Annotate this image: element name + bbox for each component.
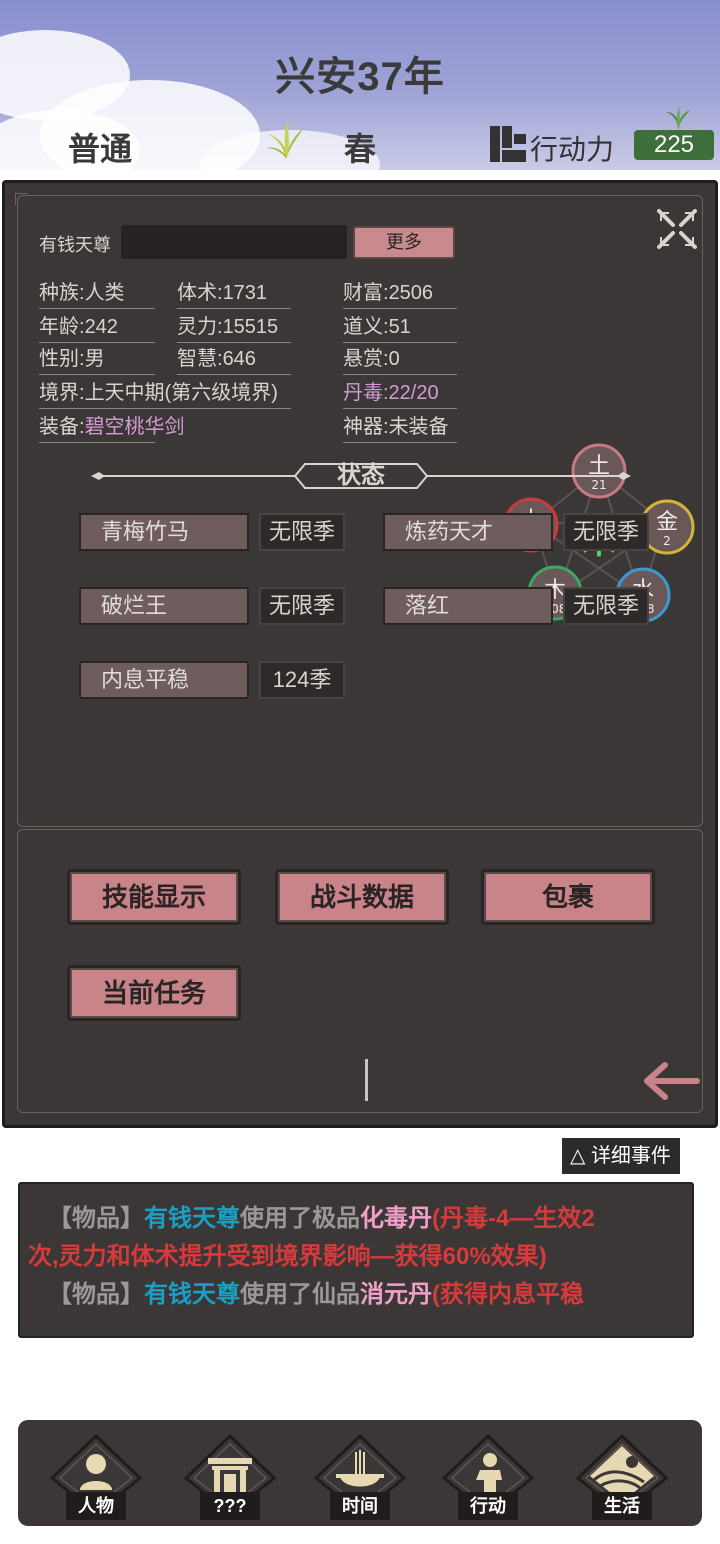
nav-label: ??? [200,1492,260,1520]
action-points-label: 行动力 [530,134,615,165]
nav-label: 生活 [592,1492,652,1520]
element-metal-value: 2 [663,534,671,548]
stat-body-art: 体术:1731 [177,279,291,309]
log-line: 【物品】有钱天尊使用了仙品消元丹(获得内息平稳 [48,1276,682,1314]
combat-data-button[interactable]: 战斗数据 [275,869,449,925]
status-duration: 无限季 [563,513,649,551]
nav-time[interactable]: 时间 [312,1434,408,1526]
nav-label: 行动 [458,1492,518,1520]
action-points-icon [490,126,526,162]
top-header: 兴安37年 普通 春 行动力 225 [0,0,720,170]
log-item: 化毒丹 [360,1205,432,1232]
nav-label: 时间 [330,1492,390,1520]
nav-person[interactable]: 人物 [48,1434,144,1526]
stat-artifact: 神器:未装备 [343,413,457,443]
log-actor: 有钱天尊 [144,1281,240,1308]
status-duration: 124季 [259,661,345,699]
more-button[interactable]: 更多 [353,226,455,259]
action-points-value: 225 [634,130,714,160]
nav-life[interactable]: 生活 [574,1434,670,1526]
status-title: 状态 [337,462,385,489]
status-duration: 无限季 [563,587,649,625]
log-tag: 【物品】 [48,1281,144,1308]
stat-realm: 境界:上天中期(第六级境界) [39,379,291,409]
log-item: 消元丹 [360,1281,432,1308]
nav-label: 人物 [66,1492,126,1520]
status-tag-junk-king[interactable]: 破烂王 [79,587,249,625]
stat-race: 种族:人类 [39,279,155,309]
season-label: 春 [344,131,377,167]
event-log: 【物品】有钱天尊使用了极品化毒丹(丹毒-4—生效2 次,灵力和体术提升受到境界影… [18,1182,694,1338]
log-effect: (丹毒-4—生效2 [432,1205,595,1232]
text-cursor [365,1059,368,1101]
stat-righteousness: 道义:51 [343,313,457,343]
status-tag-alchemy-genius[interactable]: 炼药天才 [383,513,553,551]
character-panel: 有钱天尊 更多 种族:人类 体术:1731 财富:2506 年龄:242 灵力:… [2,180,718,1128]
back-arrow-icon[interactable] [641,1059,701,1103]
spring-plant-icon [266,120,304,160]
stat-wealth: 财富:2506 [343,279,457,309]
detail-events-button[interactable]: △ 详细事件 [562,1138,680,1174]
difficulty-mode: 普通 [68,131,133,167]
sprout-icon [666,106,690,130]
log-line: 次,灵力和体术提升受到境界影响—获得60%效果) [28,1238,682,1276]
character-name-bar [121,225,347,259]
stat-pill-toxin: 丹毒:22/20 [343,379,457,409]
skills-button[interactable]: 技能显示 [67,869,241,925]
inventory-button[interactable]: 包裹 [481,869,655,925]
stat-bounty: 悬赏:0 [343,345,457,375]
stat-equipment: 装备:碧空桃华剑 [39,413,185,443]
status-tag-luohong[interactable]: 落红 [383,587,553,625]
character-name: 有钱天尊 [39,235,111,255]
stat-gender: 性别:男 [39,345,155,375]
log-actor: 有钱天尊 [144,1205,240,1232]
nav-unknown[interactable]: ??? [182,1434,278,1526]
element-metal-label: 金 [656,510,678,535]
stat-age: 年龄:242 [39,313,155,343]
log-effect: (获得内息平稳 [432,1281,584,1308]
status-duration: 无限季 [259,587,345,625]
log-text: 使用了极品 [240,1205,360,1232]
current-quests-button[interactable]: 当前任务 [67,965,241,1021]
log-text: 使用了仙品 [240,1281,360,1308]
stat-spirit: 灵力:15515 [177,313,291,343]
log-line: 【物品】有钱天尊使用了极品化毒丹(丹毒-4—生效2 [48,1200,682,1238]
log-effect: 次,灵力和体术提升受到境界影响—获得60%效果) [28,1243,547,1270]
status-tag-childhood-sweetheart[interactable]: 青梅竹马 [79,513,249,551]
status-tag-stable-breath[interactable]: 内息平稳 [79,661,249,699]
status-duration: 无限季 [259,513,345,551]
stat-wisdom: 智慧:646 [177,345,291,375]
year-title: 兴安37年 [275,55,445,99]
close-icon[interactable] [655,207,699,251]
nav-action[interactable]: 行动 [440,1434,536,1526]
log-tag: 【物品】 [48,1205,144,1232]
bottom-nav: 人物 ??? 时间 行动 生活 [18,1420,702,1526]
frame-corner [15,193,27,205]
